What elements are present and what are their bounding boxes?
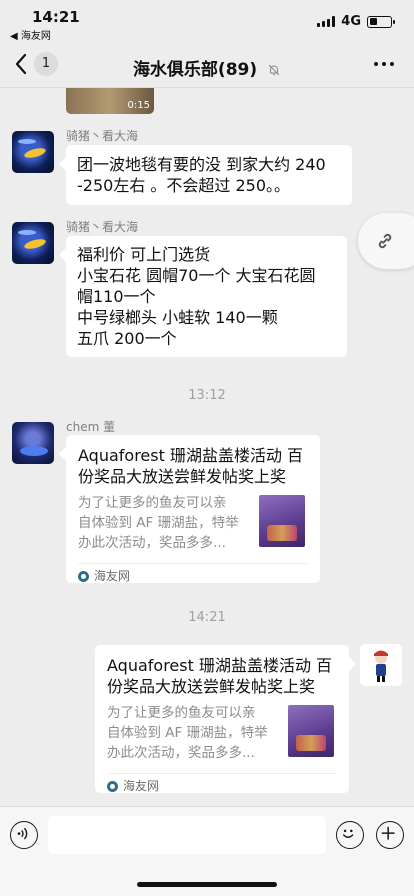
cartoon-avatar-icon [360, 644, 402, 686]
sender-name: 骑猪丶看大海 [66, 220, 139, 234]
sender-name: chem 董 [66, 420, 116, 434]
link-card-title: Aquaforest 珊湖盐盖楼活动 百 份奖品大放送尝鲜发帖奖上奖 [107, 656, 333, 696]
floating-link-button[interactable] [358, 213, 414, 269]
voice-icon [17, 827, 28, 840]
link-icon [378, 233, 392, 249]
sender-name: 骑猪丶看大海 [66, 129, 139, 143]
status-time: 14:21 [32, 8, 80, 26]
video-duration: 0:15 [127, 100, 150, 111]
more-icon [374, 62, 378, 66]
link-card-source: 海友网 [78, 563, 308, 589]
link-card[interactable]: Aquaforest 珊湖盐盖楼活动 百 份奖品大放送尝鲜发帖奖上奖 为了让更多… [66, 435, 320, 583]
message-line: 福利价 可上门选货 [77, 245, 211, 264]
back-to-app-link[interactable]: ◀ 海友网 [10, 27, 51, 42]
input-bar [0, 806, 414, 896]
plus-button[interactable] [376, 821, 404, 849]
link-card-thumbnail [259, 495, 305, 547]
app-logo-icon [78, 571, 89, 582]
home-indicator [137, 882, 277, 887]
plus-icon [381, 826, 395, 840]
status-indicators: 4G [317, 14, 395, 29]
bell-slash-icon [268, 64, 280, 76]
battery-icon [367, 15, 395, 28]
emoji-icon [342, 829, 354, 838]
more-button[interactable] [374, 62, 394, 66]
nav-bar: 1 海水俱乐部(89) [0, 44, 414, 88]
link-card-source: 海友网 [107, 773, 337, 799]
signal-icon [317, 16, 336, 27]
avatar[interactable] [12, 422, 54, 464]
voice-button[interactable] [10, 821, 38, 849]
avatar[interactable] [12, 131, 54, 173]
message-line: 帽110一个 [77, 287, 156, 306]
link-card[interactable]: Aquaforest 珊湖盐盖楼活动 百 份奖品大放送尝鲜发帖奖上奖 为了让更多… [95, 645, 349, 793]
network-type: 4G [341, 14, 361, 29]
link-card-title: Aquaforest 珊湖盐盖楼活动 百 份奖品大放送尝鲜发帖奖上奖 [78, 446, 304, 486]
emoji-button[interactable] [336, 821, 364, 849]
chat-title-text: 海水俱乐部(89) [132, 60, 258, 80]
time-separator: 14:21 [188, 610, 226, 625]
avatar[interactable] [12, 222, 54, 264]
chat-area[interactable]: 0:15 骑猪丶看大海 团一波地毯有要的没 到家大约 240 -250左右 。不… [0, 88, 414, 806]
message-line: 五爪 200一个 [77, 329, 177, 348]
message-line: 团一波地毯有要的没 到家大约 240 [77, 155, 326, 174]
app-logo-icon [107, 781, 118, 792]
status-bar: 14:21 ◀ 海友网 4G [0, 0, 414, 44]
message-line: -250左右 。不会超过 250。。 [77, 176, 291, 195]
link-card-description: 为了让更多的鱼友可以亲 自体验到 AF 珊湖盐，特举 办此次活动，奖品多多... [107, 705, 268, 761]
message-line: 中号绿榔头 小蛙软 140一颗 [77, 308, 278, 327]
time-separator: 13:12 [188, 388, 226, 403]
chat-title: 海水俱乐部(89) [0, 55, 414, 80]
message-bubble[interactable]: 福利价 可上门选货 小宝石花 圆帽70一个 大宝石花圆 帽110一个 中号绿榔头… [66, 236, 347, 357]
video-message[interactable]: 0:15 [66, 88, 154, 114]
avatar[interactable] [360, 644, 402, 686]
message-bubble[interactable]: 团一波地毯有要的没 到家大约 240 -250左右 。不会超过 250。。 [66, 145, 352, 205]
link-card-description: 为了让更多的鱼友可以亲 自体验到 AF 珊湖盐，特举 办此次活动，奖品多多... [78, 495, 239, 551]
link-card-thumbnail [288, 705, 334, 757]
message-input[interactable] [48, 816, 326, 854]
message-line: 小宝石花 圆帽70一个 大宝石花圆 [77, 266, 316, 285]
